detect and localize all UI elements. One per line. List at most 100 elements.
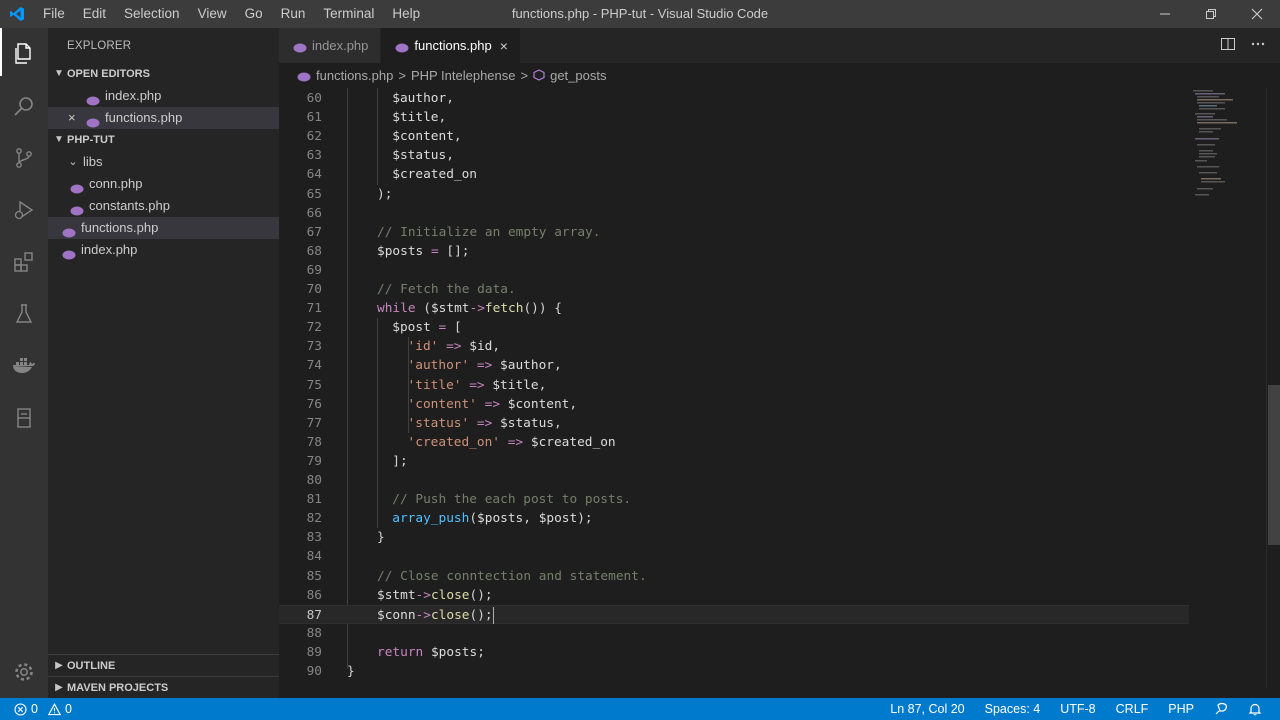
code-text: $post = [ [392, 320, 462, 336]
menu-selection[interactable]: Selection [115, 0, 189, 28]
docker-icon[interactable] [0, 340, 48, 392]
code-line[interactable]: 69 [279, 261, 1189, 280]
menu-view[interactable]: View [189, 0, 236, 28]
file-conn[interactable]: conn.php [48, 173, 279, 195]
code-line[interactable]: 82 array_push($posts, $post); [279, 509, 1189, 528]
code-text: ); [377, 186, 393, 202]
testing-icon[interactable] [0, 288, 48, 340]
code-line[interactable]: 64 $created_on [279, 165, 1189, 184]
code-line[interactable]: 70 // Fetch the data. [279, 280, 1189, 299]
menu-file[interactable]: File [34, 0, 74, 28]
open-editor-item-functions[interactable]: × functions.php [48, 107, 279, 129]
line-number: 68 [306, 243, 322, 259]
breadcrumb-file[interactable]: functions.php [316, 68, 393, 83]
source-control-icon[interactable] [0, 132, 48, 184]
code-line[interactable]: 87 $conn->close(); [279, 604, 1189, 624]
close-window-icon[interactable] [1234, 0, 1280, 28]
close-tab-icon[interactable]: × [500, 38, 508, 54]
code-line[interactable]: 63 $status, [279, 146, 1189, 165]
line-number: 87 [306, 607, 322, 623]
line-number: 77 [306, 415, 322, 431]
code-line[interactable]: 88 [279, 624, 1189, 643]
split-editor-icon[interactable] [1220, 36, 1236, 55]
tab-functions[interactable]: functions.php × [381, 28, 521, 63]
code-text: // Initialize an empty array. [377, 224, 601, 240]
code-text: 'title' => $title, [407, 377, 547, 393]
more-actions-icon[interactable] [1250, 36, 1266, 55]
code-line[interactable]: 68 $posts = []; [279, 242, 1189, 261]
code-line[interactable]: 73 'id' => $id, [279, 337, 1189, 356]
end-of-line[interactable]: CRLF [1106, 698, 1159, 720]
problems-status[interactable]: 0 0 [0, 702, 72, 716]
code-line[interactable]: 75 'title' => $title, [279, 376, 1189, 395]
language-mode[interactable]: PHP [1158, 698, 1204, 720]
search-icon[interactable] [0, 80, 48, 132]
tab-index[interactable]: index.php [279, 28, 382, 63]
code-line[interactable]: 65); [279, 185, 1189, 204]
explorer-icon[interactable] [0, 28, 48, 80]
menu-edit[interactable]: Edit [74, 0, 115, 28]
code-line[interactable]: 67 // Initialize an empty array. [279, 223, 1189, 242]
menu-terminal[interactable]: Terminal [314, 0, 383, 28]
file-index[interactable]: index.php [48, 239, 279, 261]
code-line[interactable]: 78 'created_on' => $created_on [279, 433, 1189, 452]
line-number: 90 [306, 664, 322, 679]
extensions-icon[interactable] [0, 236, 48, 288]
window-controls [1142, 0, 1280, 28]
cursor-position[interactable]: Ln 87, Col 20 [880, 698, 974, 720]
tab-label: functions.php [414, 38, 492, 53]
line-number: 76 [306, 396, 322, 412]
maven-header[interactable]: ▶ MAVEN PROJECTS [48, 676, 279, 698]
code-line[interactable]: 62 $content, [279, 127, 1189, 146]
code-line[interactable]: 77 'status' => $status, [279, 414, 1189, 433]
database-icon[interactable] [0, 392, 48, 444]
indentation[interactable]: Spaces: 4 [975, 698, 1051, 720]
file-functions[interactable]: functions.php [48, 217, 279, 239]
code-line[interactable]: 80 [279, 471, 1189, 490]
code-text: ]; [392, 453, 408, 469]
open-editors-header[interactable]: ▼ OPEN EDITORS [48, 63, 279, 85]
vertical-scrollbar[interactable] [1266, 88, 1280, 688]
feedback-icon[interactable] [1204, 702, 1238, 716]
code-line[interactable]: 60 $author, [279, 89, 1189, 108]
code-line[interactable]: 71 while ($stmt->fetch()) { [279, 299, 1189, 318]
menu-go[interactable]: Go [236, 0, 272, 28]
code-line[interactable]: 76 'content' => $content, [279, 395, 1189, 414]
code-line[interactable]: 74 'author' => $author, [279, 356, 1189, 375]
restore-icon[interactable] [1188, 0, 1234, 28]
folder-libs[interactable]: ⌄ libs [48, 151, 279, 173]
outline-header[interactable]: ▶ OUTLINE [48, 654, 279, 676]
code-line[interactable]: 90} [279, 662, 1189, 681]
code-text: 'author' => $author, [407, 358, 562, 374]
code-text: $content, [392, 129, 462, 145]
code-line[interactable]: 81 // Push the each post to posts. [279, 490, 1189, 509]
scroll-thumb[interactable] [1268, 385, 1280, 545]
menu-help[interactable]: Help [383, 0, 429, 28]
minimap[interactable] [1189, 88, 1265, 208]
minimize-icon[interactable] [1142, 0, 1188, 28]
open-editor-item-index[interactable]: index.php [48, 85, 279, 107]
line-number: 89 [306, 644, 322, 660]
line-number: 61 [306, 110, 322, 126]
project-header[interactable]: ▼ PHP-TUT [48, 129, 279, 151]
code-line[interactable]: 79]; [279, 452, 1189, 471]
line-number: 79 [306, 453, 322, 469]
file-constants[interactable]: constants.php [48, 195, 279, 217]
menu-run[interactable]: Run [272, 0, 315, 28]
code-line[interactable]: 86 $stmt->close(); [279, 586, 1189, 605]
code-line[interactable]: 85 // Close conntection and statement. [279, 567, 1189, 586]
code-line[interactable]: 83} [279, 528, 1189, 547]
notifications-bell-icon[interactable] [1238, 702, 1272, 716]
close-editor-icon[interactable]: × [68, 107, 76, 129]
code-line[interactable]: 89 return $posts; [279, 643, 1189, 662]
code-line[interactable]: 61 $title, [279, 108, 1189, 127]
breadcrumb-extension[interactable]: PHP Intelephense [411, 68, 516, 83]
code-line[interactable]: 66 [279, 204, 1189, 223]
code-line[interactable]: 84 [279, 547, 1189, 566]
run-debug-icon[interactable] [0, 184, 48, 236]
breadcrumb-symbol[interactable]: get_posts [550, 68, 606, 83]
settings-gear-icon[interactable] [0, 646, 48, 698]
code-line[interactable]: 72 $post = [ [279, 318, 1189, 337]
encoding[interactable]: UTF-8 [1050, 698, 1105, 720]
code-editor[interactable]: 60 $author, 61 $title, 62 $content, 63 $status,… [279, 88, 1280, 688]
